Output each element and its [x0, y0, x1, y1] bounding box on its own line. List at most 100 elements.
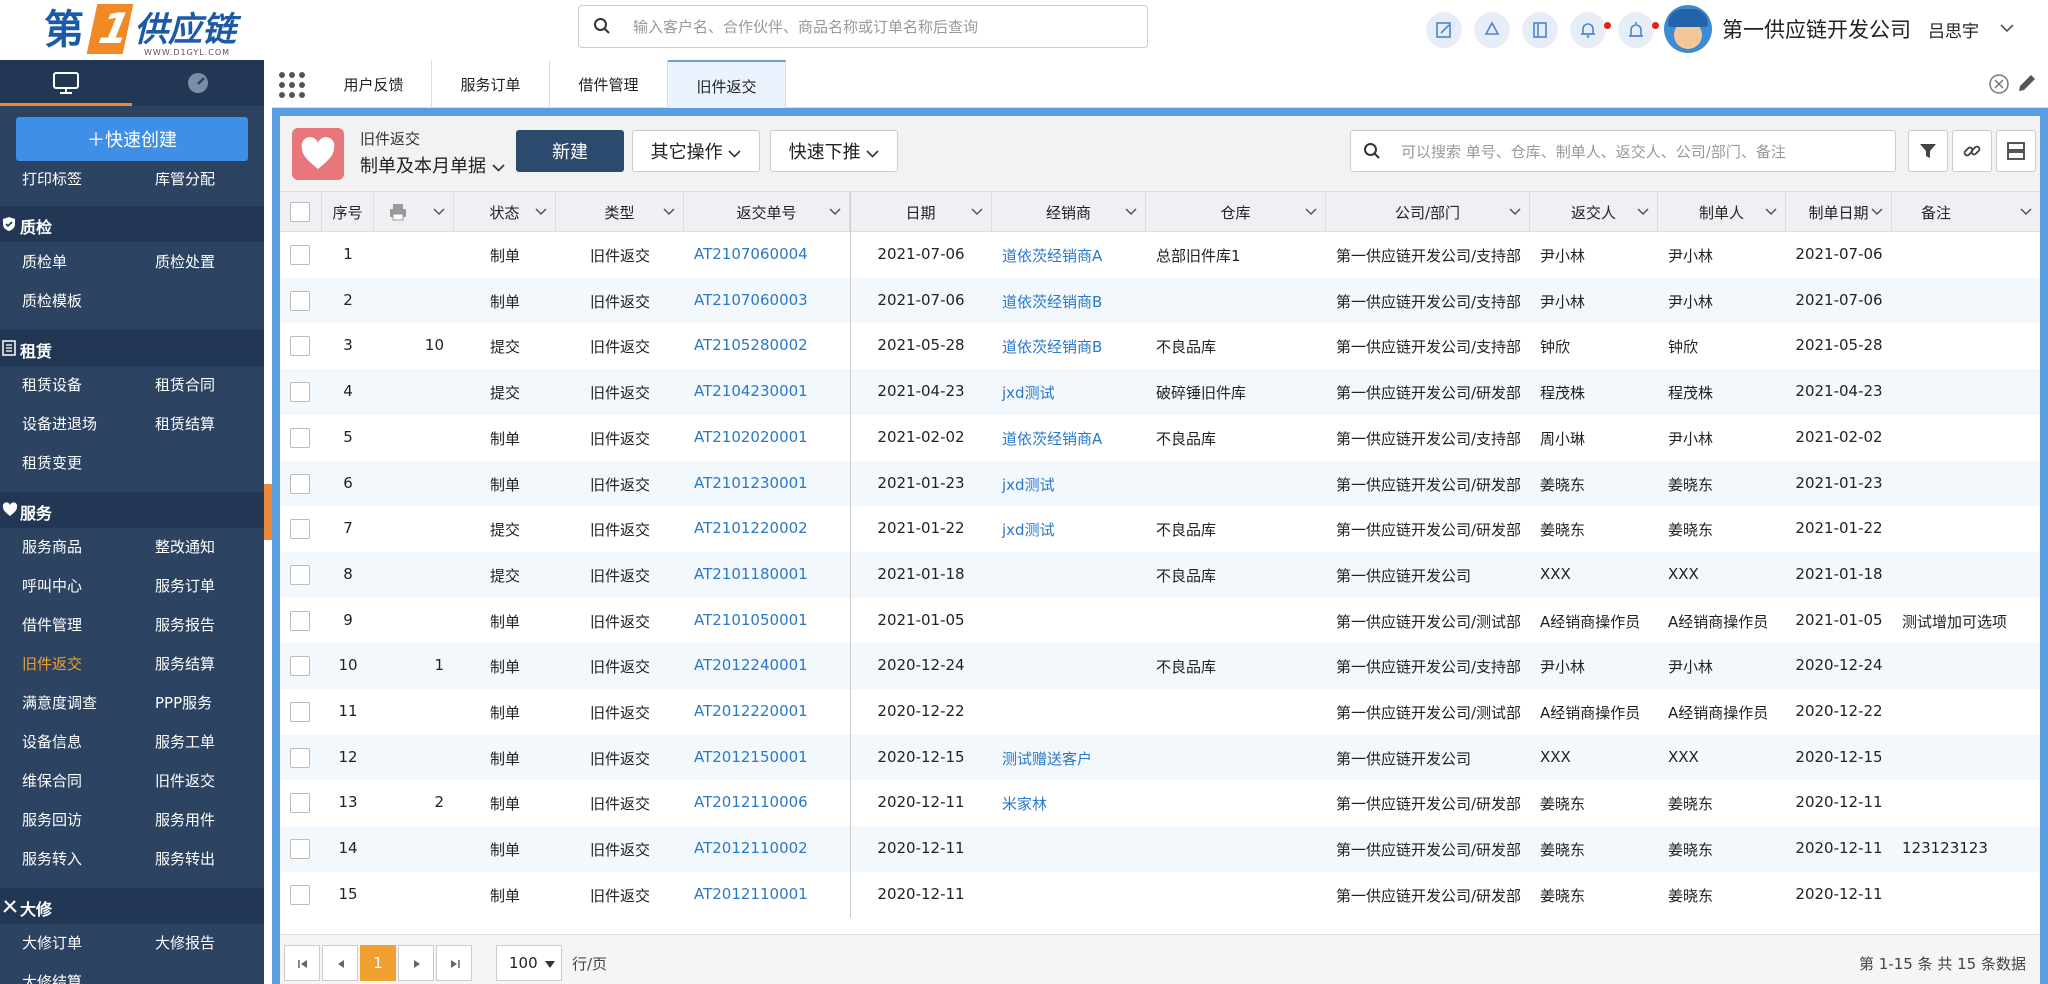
menu-item-call-center[interactable]: 呼叫中心	[22, 575, 82, 596]
cell-dealer[interactable]: 道依茨经销商A	[992, 415, 1146, 461]
row-checkbox[interactable]	[290, 702, 310, 722]
table-row[interactable]: 5 制单 旧件返交 AT2102020001 2021-02-02 道依茨经销商A 不良品库…	[280, 415, 2040, 461]
menu-item-service-in[interactable]: 服务转入	[22, 848, 82, 869]
cell-return-code[interactable]: AT2012110006	[684, 780, 850, 826]
cell-return-code[interactable]: AT2107060004	[684, 232, 850, 278]
menu-item-rectify-notice[interactable]: 整改通知	[155, 536, 215, 557]
cell-return-code[interactable]: AT2012150001	[684, 735, 850, 781]
current-page[interactable]: 1	[360, 945, 396, 981]
cell-return-code[interactable]: AT2012240001	[684, 643, 850, 689]
user-name[interactable]: 吕思宇	[1928, 17, 1979, 42]
column-header-dealer[interactable]: 经销商	[992, 192, 1146, 232]
next-page-button[interactable]	[398, 945, 434, 981]
cell-return-code[interactable]: AT2104230001	[684, 369, 850, 415]
pencil-icon[interactable]	[2016, 72, 2038, 94]
row-checkbox[interactable]	[290, 245, 310, 265]
book-icon[interactable]	[1522, 12, 1558, 48]
bell-icon[interactable]	[1570, 12, 1606, 48]
column-header-returner[interactable]: 返交人	[1530, 192, 1658, 232]
column-header-no[interactable]: 序号	[322, 192, 374, 232]
recycle-icon[interactable]	[1474, 12, 1510, 48]
cell-dealer[interactable]: 道依茨经销商A	[992, 232, 1146, 278]
menu-item-qc-template[interactable]: 质检模板	[22, 290, 82, 311]
tab-old-part-return[interactable]: 旧件返交	[668, 60, 786, 108]
table-row[interactable]: 7 提交 旧件返交 AT2101220002 2021-01-22 jxd测试 不良品库 第一…	[280, 506, 2040, 552]
cell-return-code[interactable]: AT2105280002	[684, 323, 850, 369]
tab-service-order[interactable]: 服务订单	[432, 60, 550, 108]
cell-return-code[interactable]: AT2101220002	[684, 506, 850, 552]
sidebar-tab-dashboard[interactable]	[132, 60, 264, 106]
cell-return-code[interactable]: AT2012110001	[684, 872, 850, 918]
select-all-checkbox[interactable]	[290, 202, 310, 222]
row-checkbox[interactable]	[290, 839, 310, 860]
menu-item-service-parts[interactable]: 服务用件	[155, 809, 215, 830]
layout-button[interactable]	[1996, 130, 2036, 172]
column-header-print[interactable]	[374, 192, 454, 232]
menu-item-service-order[interactable]: 服务订单	[155, 575, 215, 596]
last-page-button[interactable]	[436, 945, 472, 981]
column-header-date[interactable]: 日期	[850, 192, 992, 232]
cell-dealer[interactable]: 道依茨经销商B	[992, 323, 1146, 369]
row-checkbox[interactable]	[290, 336, 310, 357]
cell-return-code[interactable]: AT2012220001	[684, 689, 850, 735]
column-header-dept[interactable]: 公司/部门	[1326, 192, 1530, 232]
quick-create-button[interactable]: ＋快速创建	[16, 117, 248, 161]
row-checkbox[interactable]	[290, 793, 310, 814]
menu-item-service-revisit[interactable]: 服务回访	[22, 809, 82, 830]
menu-item-device-entry-exit[interactable]: 设备进退场	[22, 413, 97, 434]
menu-item-device-info[interactable]: 设备信息	[22, 731, 82, 752]
menu-item-overhaul-settle[interactable]: 大修结算	[22, 971, 82, 984]
table-row[interactable]: 9 制单 旧件返交 AT2101050001 2021-01-05 第一供应链开发公司/测…	[280, 598, 2040, 644]
table-row[interactable]: 10 1 制单 旧件返交 AT2012240001 2020-12-24 不良品库 第一供应链…	[280, 643, 2040, 689]
column-header-creator[interactable]: 制单人	[1658, 192, 1786, 232]
column-header-remark[interactable]: 备注	[1892, 192, 2040, 232]
cell-dealer[interactable]: jxd测试	[992, 369, 1146, 415]
chevron-down-icon[interactable]	[2000, 24, 2014, 33]
menu-item-borrow-manage[interactable]: 借件管理	[22, 614, 82, 635]
table-row[interactable]: 6 制单 旧件返交 AT2101230001 2021-01-23 jxd测试 第一供应链开…	[280, 460, 2040, 507]
search-icon[interactable]	[593, 17, 611, 35]
search-icon[interactable]	[1363, 142, 1381, 160]
company-logo[interactable]: 第 1 供应链 WWW.D1GYL.COM	[44, 4, 244, 57]
menu-item-ppp-service[interactable]: PPP服务	[155, 692, 212, 713]
apps-grid-icon[interactable]	[277, 70, 307, 100]
menu-item-warehouse-assign[interactable]: 库管分配	[155, 172, 215, 189]
sidebar-scroll-marker[interactable]	[264, 484, 272, 540]
menu-item-qc-order[interactable]: 质检单	[22, 251, 67, 272]
sidebar-tab-menu[interactable]	[0, 60, 132, 106]
quick-push-button[interactable]: 快速下推	[770, 130, 898, 172]
menu-item-maintenance-contract[interactable]: 维保合同	[22, 770, 82, 791]
alarm-icon[interactable]	[1618, 12, 1654, 48]
table-row[interactable]: 11 制单 旧件返交 AT2012220001 2020-12-22 第一供应链开发公司/…	[280, 689, 2040, 735]
other-actions-button[interactable]: 其它操作	[632, 130, 760, 172]
menu-item-old-part-return-active[interactable]: 旧件返交	[22, 653, 82, 674]
table-row[interactable]: 4 提交 旧件返交 AT2104230001 2021-04-23 jxd测试 破碎锤旧件库…	[280, 369, 2040, 415]
row-checkbox[interactable]	[290, 382, 310, 403]
menu-item-lease-change[interactable]: 租赁变更	[22, 452, 82, 473]
new-button[interactable]: 新建	[516, 130, 624, 172]
cell-dealer[interactable]: jxd测试	[992, 461, 1146, 507]
menu-item-service-settle[interactable]: 服务结算	[155, 653, 215, 674]
cell-return-code[interactable]: AT2101180001	[684, 552, 850, 598]
menu-item-service-report[interactable]: 服务报告	[155, 614, 215, 635]
filter-button[interactable]	[1908, 130, 1948, 172]
list-search-input[interactable]	[1401, 139, 1881, 165]
menu-item-work-order[interactable]: 服务工单	[155, 731, 215, 752]
row-checkbox[interactable]	[290, 610, 310, 631]
menu-group-lease[interactable]: 租赁	[0, 330, 264, 366]
tab-borrow-manage[interactable]: 借件管理	[550, 60, 668, 108]
table-row[interactable]: 3 10 提交 旧件返交 AT2105280002 2021-05-28 道依茨经销商B 不良…	[280, 323, 2040, 369]
cell-return-code[interactable]: AT2012110002	[684, 826, 850, 872]
row-checkbox[interactable]	[290, 564, 310, 585]
menu-item-service-goods[interactable]: 服务商品	[22, 536, 82, 557]
row-checkbox[interactable]	[290, 747, 310, 768]
cell-dealer[interactable]: 米家林	[992, 780, 1146, 826]
cell-dealer[interactable]: jxd测试	[992, 506, 1146, 552]
table-row[interactable]: 15 制单 旧件返交 AT2012110001 2020-12-11 第一供应链开发公司/…	[280, 872, 2040, 918]
cell-return-code[interactable]: AT2102020001	[684, 415, 850, 461]
cell-return-code[interactable]: AT2101230001	[684, 461, 850, 507]
column-header-warehouse[interactable]: 仓库	[1146, 192, 1326, 232]
menu-item-overhaul-report[interactable]: 大修报告	[155, 932, 215, 953]
link-button[interactable]	[1952, 130, 1992, 172]
tab-user-feedback[interactable]: 用户反馈	[316, 60, 432, 108]
